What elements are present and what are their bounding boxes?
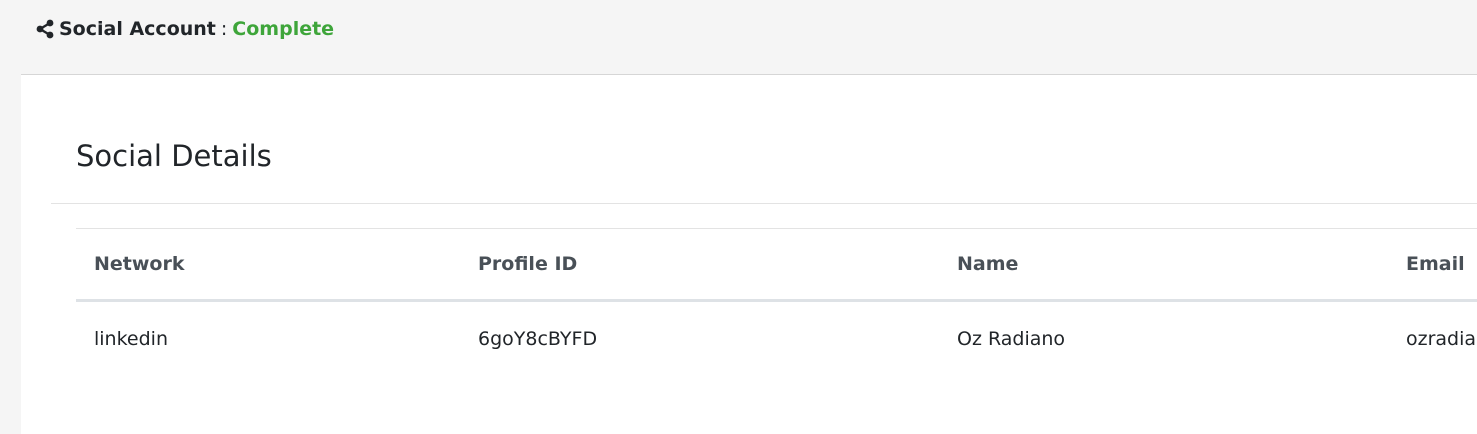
table-row: linkedin 6goY8cBYFD Oz Radiano ozradia: [76, 301, 1477, 369]
column-header-profile-id: Profile ID: [478, 253, 578, 275]
column-header-email: Email: [1406, 253, 1465, 275]
column-header-network: Network: [94, 253, 185, 275]
header-separator: :: [220, 18, 228, 40]
header-line: Social Account : Complete: [35, 17, 334, 41]
social-details-table-wrapper: Network Profile ID Name Email linkedin 6…: [76, 228, 1477, 368]
cell-network: linkedin: [94, 328, 168, 350]
left-gutter: [0, 0, 21, 434]
section-divider: [51, 203, 1477, 204]
social-account-card: Social Account : Complete Social Details…: [21, 0, 1477, 434]
table-header-row: Network Profile ID Name Email: [76, 228, 1477, 301]
cell-name: Oz Radiano: [957, 328, 1066, 350]
card-header: Social Account : Complete: [21, 0, 1477, 75]
social-details-table: Network Profile ID Name Email linkedin 6…: [76, 228, 1477, 368]
section-title: Social Details: [76, 139, 272, 173]
status-badge: Complete: [232, 18, 335, 40]
column-header-name: Name: [957, 253, 1019, 275]
cell-profile-id: 6goY8cBYFD: [478, 328, 598, 350]
share-icon: [36, 19, 54, 39]
cell-email: ozradia: [1406, 328, 1477, 350]
header-title: Social Account: [59, 18, 216, 40]
